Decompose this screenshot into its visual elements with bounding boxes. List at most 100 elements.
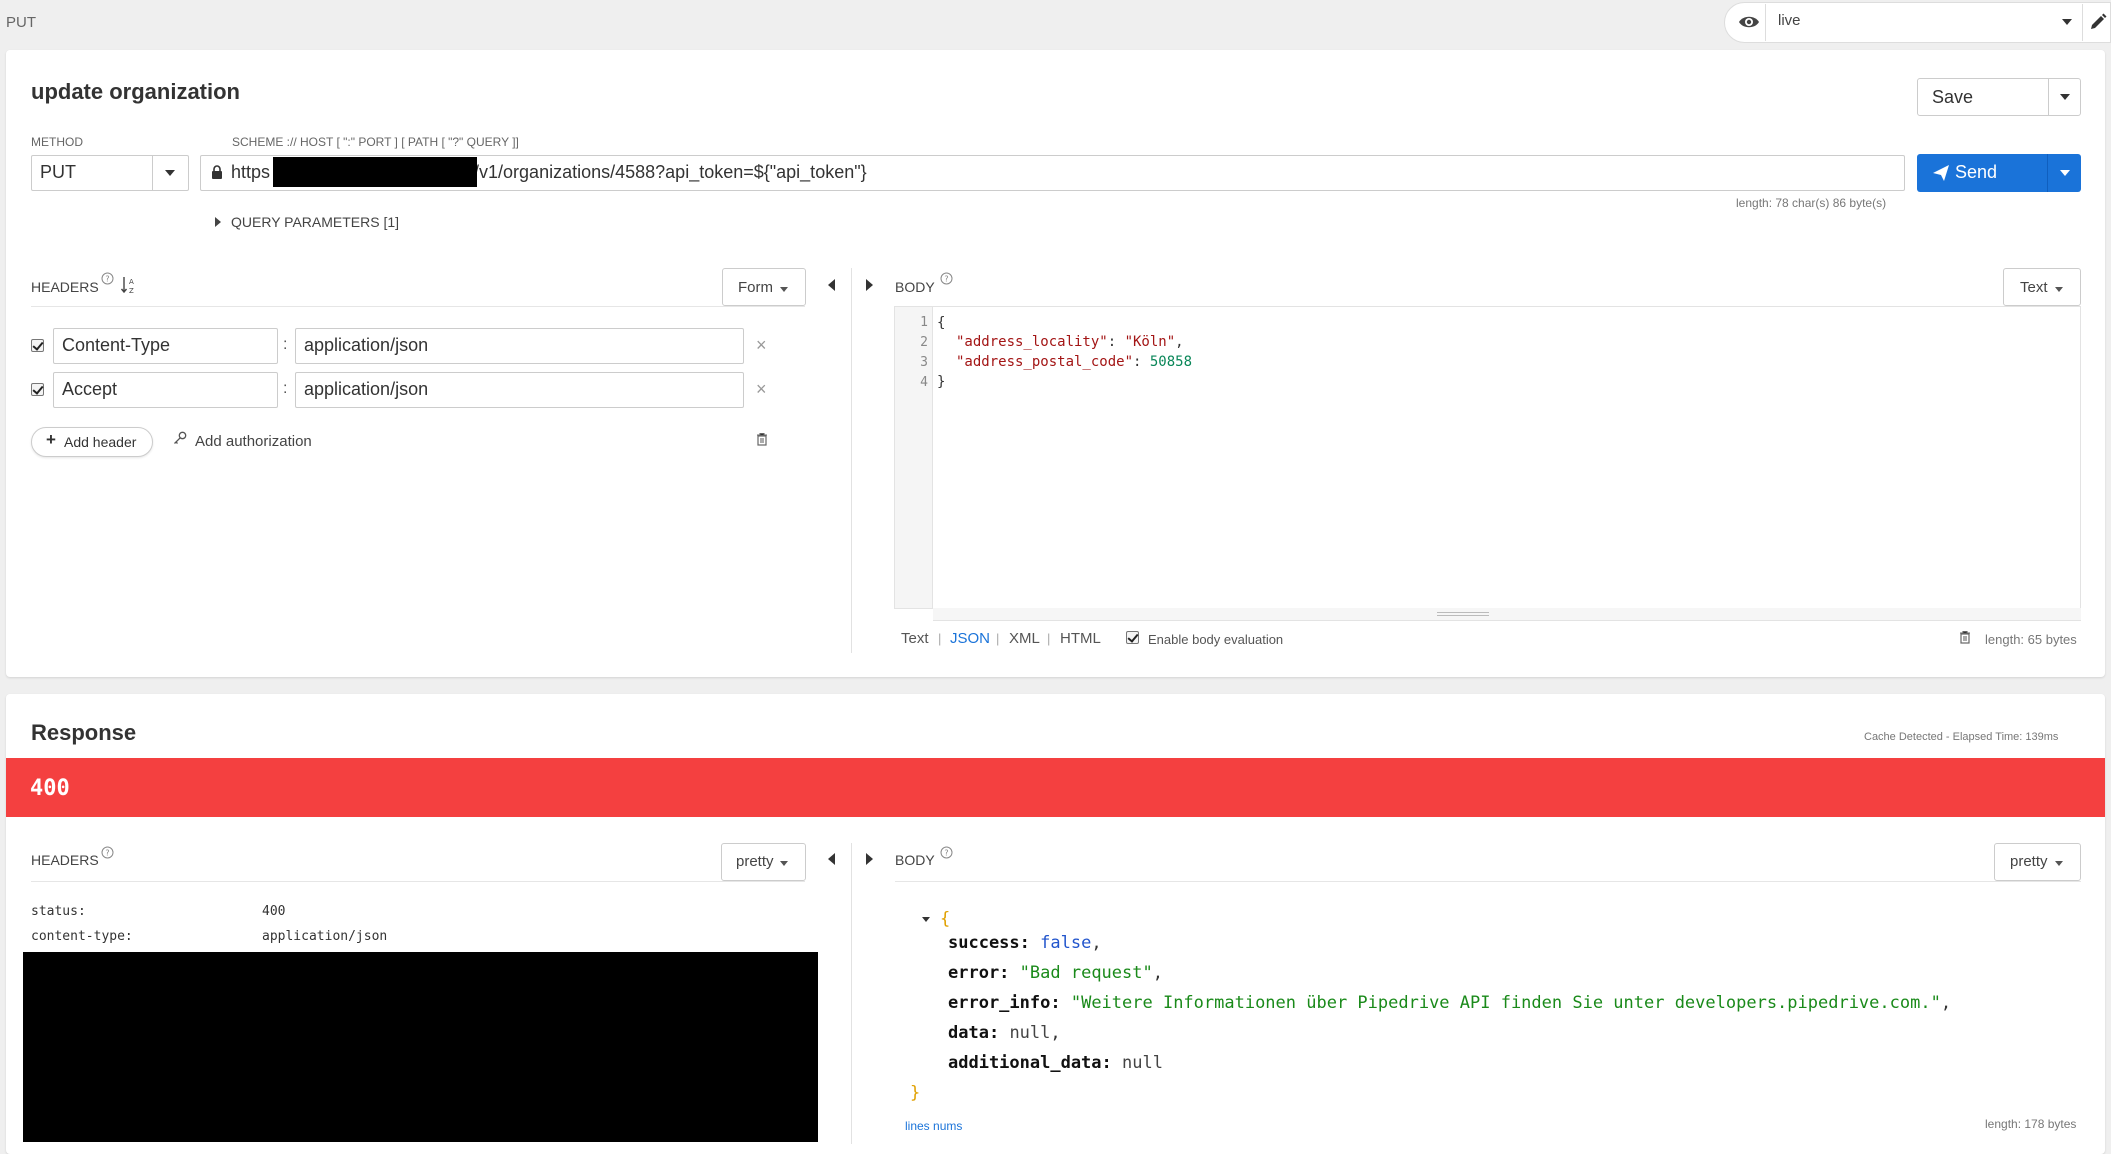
header-enabled-checkbox[interactable] bbox=[31, 383, 44, 396]
enable-body-evaluation-checkbox[interactable] bbox=[1126, 631, 1139, 644]
collapse-json-icon[interactable] bbox=[922, 917, 930, 922]
line-number: 1 bbox=[920, 315, 928, 330]
save-options-chevron-icon[interactable] bbox=[2060, 94, 2070, 100]
top-method-label: PUT bbox=[6, 14, 36, 31]
send-options-chevron-icon[interactable] bbox=[2060, 170, 2070, 176]
divider bbox=[152, 156, 153, 190]
collapse-left-icon[interactable] bbox=[828, 853, 835, 865]
request-headers-label: HEADERS bbox=[31, 279, 99, 295]
chevron-down-icon[interactable] bbox=[2062, 19, 2072, 25]
help-icon[interactable]: ? bbox=[101, 846, 114, 859]
editor-resize-bar[interactable] bbox=[933, 608, 2081, 621]
query-parameters-toggle[interactable]: QUERY PARAMETERS [1] bbox=[231, 214, 399, 230]
chevron-down-icon[interactable] bbox=[780, 287, 788, 292]
json-key: error: bbox=[948, 963, 1010, 983]
pencil-icon[interactable] bbox=[2088, 12, 2108, 32]
line-gutter bbox=[895, 307, 933, 608]
json-key: success: bbox=[948, 933, 1030, 953]
save-button[interactable]: Save bbox=[1932, 87, 1973, 108]
json-value: false bbox=[1040, 933, 1092, 953]
json-line: data: null, bbox=[948, 1023, 1061, 1043]
json-open-brace: { bbox=[940, 909, 951, 929]
response-header-value: 400 bbox=[262, 904, 286, 919]
request-body-length: length: 65 bytes bbox=[1985, 632, 2077, 647]
json-line: additional_data: null bbox=[948, 1053, 1163, 1073]
url-path: /v1/organizations/4588?api_token=${"api_… bbox=[474, 162, 867, 182]
json-value: "Bad request" bbox=[1019, 963, 1153, 983]
method-label: METHOD bbox=[31, 135, 83, 149]
json-sep: , bbox=[1175, 334, 1184, 350]
format-html-link[interactable]: HTML bbox=[1060, 630, 1101, 647]
json-key: "address_postal_code" bbox=[956, 354, 1134, 370]
separator-colon: : bbox=[283, 380, 288, 397]
code-line: "address_locality": "Köln", bbox=[956, 334, 1184, 350]
help-icon[interactable]: ? bbox=[940, 272, 953, 285]
response-header-name: status: bbox=[31, 904, 86, 919]
divider: | bbox=[1047, 631, 1051, 646]
header-name-input[interactable]: Accept bbox=[53, 372, 278, 408]
divider bbox=[31, 881, 805, 882]
header-value-text: application/json bbox=[304, 379, 429, 399]
header-enabled-checkbox[interactable] bbox=[31, 339, 44, 352]
resize-grip[interactable] bbox=[1437, 612, 1489, 613]
url-length: length: 78 char(s) 86 byte(s) bbox=[1736, 196, 1887, 210]
trash-icon[interactable] bbox=[756, 432, 768, 446]
plus-icon: + bbox=[46, 430, 56, 449]
format-text-link[interactable]: Text bbox=[901, 630, 929, 647]
key-icon bbox=[174, 431, 187, 444]
send-button[interactable]: Send bbox=[1955, 162, 1997, 183]
json-line: error_info: "Weitere Informationen über … bbox=[948, 993, 1952, 1013]
resize-grip[interactable] bbox=[1437, 615, 1489, 616]
eye-icon[interactable] bbox=[1738, 12, 1760, 32]
response-header-name: content-type: bbox=[31, 929, 133, 944]
svg-text:?: ? bbox=[105, 849, 109, 858]
chevron-down-icon[interactable] bbox=[2055, 287, 2063, 292]
method-value: PUT bbox=[40, 162, 76, 182]
collapse-right-icon[interactable] bbox=[866, 279, 873, 291]
divider bbox=[895, 881, 2081, 882]
header-name-input[interactable]: Content-Type bbox=[53, 328, 278, 364]
collapse-right-icon[interactable] bbox=[866, 853, 873, 865]
chevron-down-icon[interactable] bbox=[2055, 861, 2063, 866]
request-body-label: BODY bbox=[895, 279, 935, 295]
status-bar bbox=[6, 758, 2105, 817]
json-key: error_info: bbox=[948, 993, 1061, 1013]
remove-header-icon[interactable]: × bbox=[756, 335, 767, 356]
expand-caret-icon[interactable] bbox=[215, 217, 221, 227]
header-name-text: Accept bbox=[62, 379, 118, 399]
lock-icon bbox=[212, 165, 222, 179]
remove-header-icon[interactable]: × bbox=[756, 379, 767, 400]
chevron-down-icon[interactable] bbox=[780, 861, 788, 866]
cache-elapsed-info: Cache Detected - Elapsed Time: 139ms bbox=[1864, 731, 2059, 743]
sort-alpha-icon[interactable]: A Z bbox=[121, 276, 137, 294]
help-icon[interactable]: ? bbox=[940, 846, 953, 859]
svg-text:?: ? bbox=[944, 275, 948, 284]
json-sep: : bbox=[1107, 334, 1125, 350]
divider bbox=[2047, 154, 2048, 192]
body-mode-value: Text bbox=[2020, 279, 2048, 296]
lines-nums-toggle[interactable]: lines nums bbox=[905, 1119, 962, 1133]
panel-splitter[interactable] bbox=[851, 843, 852, 1144]
help-icon[interactable]: ? bbox=[101, 272, 114, 285]
format-json-link[interactable]: JSON bbox=[950, 630, 990, 647]
header-value-input[interactable]: application/json bbox=[295, 328, 744, 364]
response-headers-label: HEADERS bbox=[31, 852, 99, 868]
json-value: 50858 bbox=[1149, 354, 1193, 370]
svg-text:?: ? bbox=[944, 849, 948, 858]
panel-splitter[interactable] bbox=[851, 268, 852, 653]
format-xml-link[interactable]: XML bbox=[1009, 630, 1040, 647]
divider: | bbox=[996, 631, 1000, 646]
response-body-mode-value: pretty bbox=[2010, 853, 2048, 870]
code-line: { bbox=[937, 315, 946, 331]
code-line: } bbox=[937, 374, 946, 390]
line-number: 2 bbox=[920, 335, 928, 350]
body-editor[interactable] bbox=[894, 306, 2081, 609]
add-authorization-link[interactable]: Add authorization bbox=[195, 433, 312, 450]
trash-icon[interactable] bbox=[1959, 630, 1971, 644]
collapse-left-icon[interactable] bbox=[828, 279, 835, 291]
chevron-down-icon[interactable] bbox=[165, 170, 175, 176]
json-line: error: "Bad request", bbox=[948, 963, 1163, 983]
response-header-value: application/json bbox=[262, 929, 388, 944]
header-value-input[interactable]: application/json bbox=[295, 372, 744, 408]
response-body-length: length: 178 bytes bbox=[1985, 1117, 2077, 1131]
